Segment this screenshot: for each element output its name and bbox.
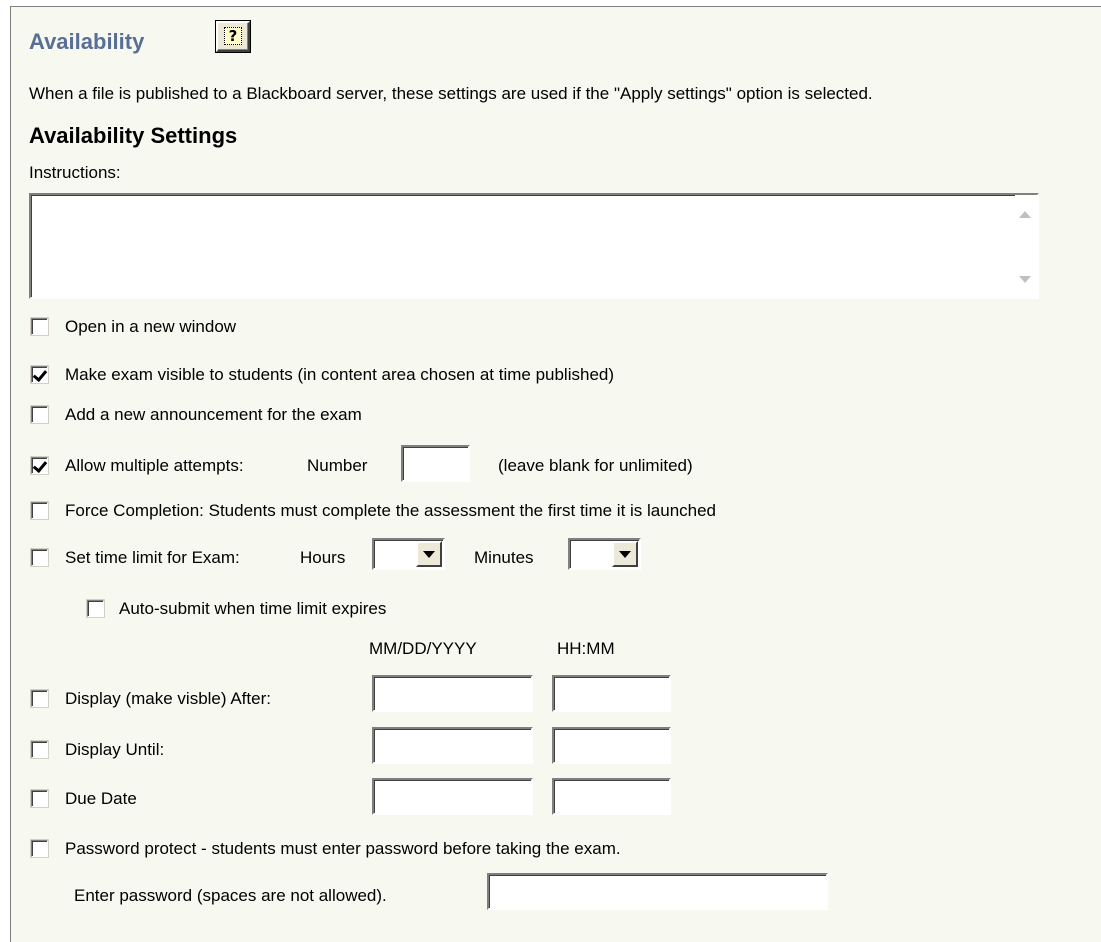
- time-limit-checkbox[interactable]: [30, 548, 49, 567]
- auto-submit-label: Auto-submit when time limit expires: [119, 599, 387, 618]
- description-text: When a file is published to a Blackboard…: [29, 84, 873, 103]
- scroll-up-icon[interactable]: [1019, 211, 1031, 218]
- attempts-hint: (leave blank for unlimited): [498, 456, 693, 475]
- minutes-label: Minutes: [474, 548, 534, 567]
- multiple-attempts-label: Allow multiple attempts:: [65, 456, 244, 475]
- help-button[interactable]: ?: [216, 21, 250, 52]
- availability-panel: Availability ? When a file is published …: [10, 6, 1101, 942]
- display-after-date-input[interactable]: [372, 675, 533, 712]
- password-entry-label: Enter password (spaces are not allowed).: [74, 886, 387, 905]
- display-until-checkbox[interactable]: [30, 740, 49, 759]
- section-title: Availability Settings: [29, 123, 238, 148]
- auto-submit-checkbox[interactable]: [86, 599, 105, 618]
- page-title: Availability: [29, 29, 145, 54]
- password-input[interactable]: [487, 873, 828, 910]
- add-announcement-checkbox[interactable]: [30, 405, 49, 424]
- display-until-time-input[interactable]: [552, 727, 671, 764]
- force-completion-checkbox[interactable]: [30, 501, 49, 520]
- instructions-label: Instructions:: [29, 163, 121, 182]
- password-protect-label: Password protect - students must enter p…: [65, 839, 621, 858]
- display-until-label: Display Until:: [65, 740, 165, 759]
- time-limit-label: Set time limit for Exam:: [65, 548, 240, 567]
- instructions-textarea[interactable]: [29, 193, 1039, 299]
- display-after-label: Display (make visble) After:: [65, 689, 271, 708]
- hours-label: Hours: [300, 548, 346, 567]
- textarea-scrollbar[interactable]: [1015, 195, 1037, 297]
- minutes-select[interactable]: [568, 538, 641, 570]
- scroll-down-icon[interactable]: [1019, 276, 1031, 283]
- open-new-window-label: Open in a new window: [65, 317, 237, 336]
- multiple-attempts-checkbox[interactable]: [30, 456, 49, 475]
- hours-select[interactable]: [372, 538, 445, 570]
- display-after-time-input[interactable]: [552, 675, 671, 712]
- display-until-date-input[interactable]: [372, 727, 533, 764]
- add-announcement-label: Add a new announcement for the exam: [65, 405, 362, 424]
- password-protect-checkbox[interactable]: [30, 839, 49, 858]
- open-new-window-checkbox[interactable]: [30, 317, 49, 336]
- due-date-checkbox[interactable]: [30, 789, 49, 808]
- minutes-dropdown-arrow-icon[interactable]: [612, 541, 638, 567]
- due-date-time-input[interactable]: [552, 778, 671, 815]
- force-completion-label: Force Completion: Students must complete…: [65, 501, 717, 520]
- make-visible-label: Make exam visible to students (in conten…: [65, 365, 615, 384]
- display-after-checkbox[interactable]: [30, 689, 49, 708]
- date-format-header: MM/DD/YYYY: [369, 639, 477, 658]
- make-visible-checkbox[interactable]: [30, 365, 49, 384]
- due-date-label: Due Date: [65, 789, 137, 808]
- attempts-number-input[interactable]: [401, 445, 470, 482]
- time-format-header: HH:MM: [557, 639, 615, 658]
- due-date-date-input[interactable]: [372, 778, 533, 815]
- hours-dropdown-arrow-icon[interactable]: [416, 541, 442, 567]
- help-question-icon: ?: [224, 27, 242, 45]
- attempts-number-label: Number: [307, 456, 368, 475]
